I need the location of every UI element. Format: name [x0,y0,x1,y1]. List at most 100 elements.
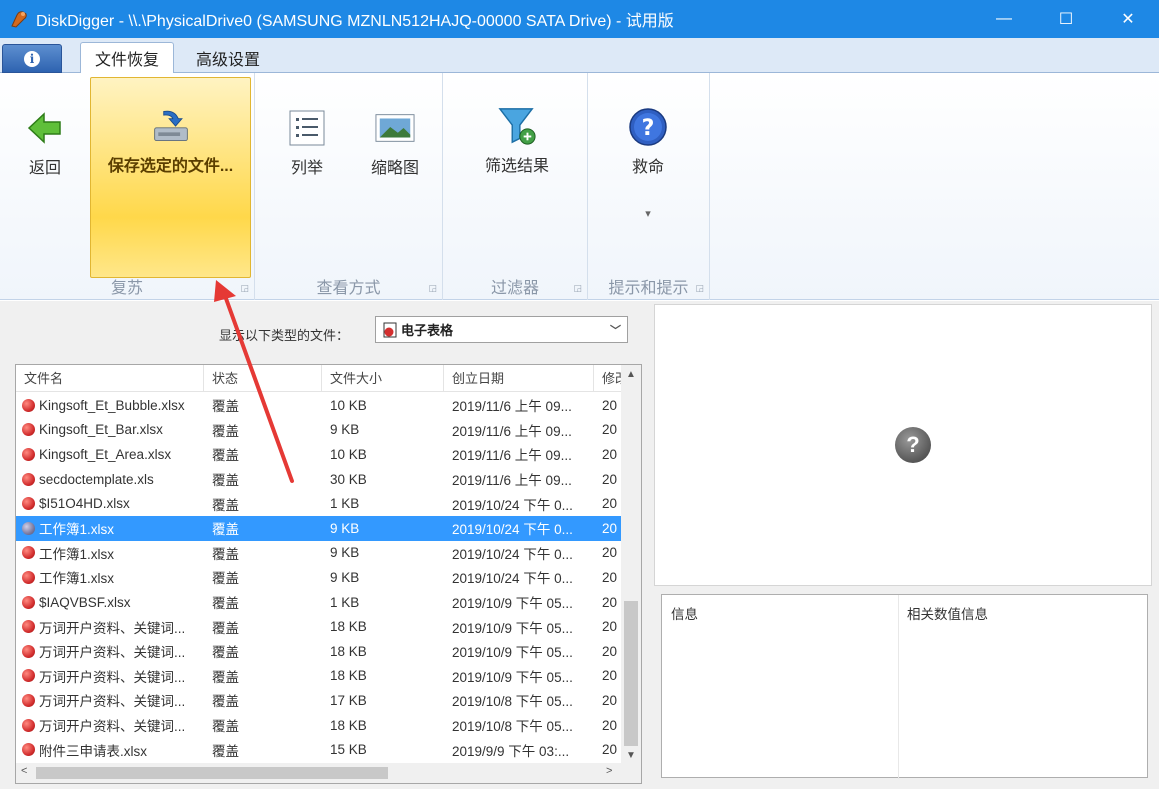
maximize-button[interactable]: ☐ [1035,0,1097,38]
file-row[interactable]: 万词开户资料、关键词... 覆盖 18 KB 2019/10/9 下午 05... 20 [16,614,621,639]
file-type-select[interactable]: 电子表格 ﹀ [375,316,628,343]
file-name: $IAQVBSF.xlsx [39,594,131,610]
file-row[interactable]: Kingsoft_Et_Area.xlsx 覆盖 10 KB 2019/11/6 上午… [16,442,621,467]
app-menu-button[interactable]: i [2,44,62,73]
scroll-left-icon[interactable]: < [21,765,27,777]
file-size: 18 KB [330,668,367,684]
file-modified: 20 [602,619,618,635]
list-rows: Kingsoft_Et_Bubble.xlsx 覆盖 10 KB 2019/11/6 … [16,393,621,762]
file-status: 覆盖 [212,399,239,415]
file-name-cell: Kingsoft_Et_Area.xlsx [16,447,204,462]
file-row[interactable]: Kingsoft_Et_Bar.xlsx 覆盖 9 KB 2019/11/6 上午 0… [16,418,621,443]
back-button[interactable]: 返回 [14,108,76,178]
file-created: 2019/11/6 上午 09... [452,448,572,464]
file-status-icon [22,423,35,437]
file-status-icon [22,644,35,658]
file-row[interactable]: 工作簿1.xlsx 覆盖 9 KB 2019/10/24 下午 0... 20 [16,565,621,590]
file-created: 2019/10/24 下午 0... [452,497,573,513]
file-name: 万词开户资料、关键词... [39,669,186,685]
group-label-recover: 复苏 [110,280,143,297]
file-row[interactable]: 万词开户资料、关键词... 覆盖 18 KB 2019/10/8 下午 05... 20 [16,713,621,738]
column-header-size[interactable]: 文件大小 [322,365,444,392]
file-modified: 20 [602,496,618,512]
file-row[interactable]: 工作簿1.xlsx 覆盖 9 KB 2019/10/24 下午 0... 20 [16,541,621,566]
file-name-cell: 工作簿1.xlsx [16,518,204,538]
file-status: 覆盖 [212,596,239,612]
tab-advanced-settings[interactable]: 高级设置 [182,42,274,73]
minimize-button[interactable]: — [973,0,1035,38]
file-status-icon [22,398,35,412]
help-button[interactable]: ? 救命 ▾ [616,107,680,220]
scroll-down-icon[interactable]: ▼ [621,750,641,761]
file-modified: 20 [602,446,618,462]
file-modified: 20 [602,569,618,585]
file-status-icon [22,669,35,683]
file-row[interactable]: 工作簿1.xlsx 覆盖 9 KB 2019/10/24 下午 0... 20 [16,515,621,541]
column-header-created[interactable]: 创立日期 [444,365,594,392]
file-modified: 20 [602,717,618,733]
list-icon [287,108,327,148]
list-view-button[interactable]: 列举 [275,108,339,178]
info-icon: i [24,50,40,67]
file-name: 附件三申请表.xlsx [39,743,147,759]
file-list[interactable]: 文件名 状态 文件大小 创立日期 修改 Kingsoft_Et_Bubble.x… [15,364,642,784]
column-header-modified[interactable]: 修改 [594,365,621,392]
file-row[interactable]: $I51O4HD.xlsx 覆盖 1 KB 2019/10/24 下午 0... 20 [16,491,621,516]
group-filter: 筛选结果 过滤器 ◲ [443,73,588,300]
info-column-header[interactable]: 信息 [671,603,698,623]
file-status: 覆盖 [212,448,239,464]
file-info-table: 信息 相关数值信息 [661,594,1148,779]
file-status: 覆盖 [212,743,239,759]
file-row[interactable]: 万词开户资料、关键词... 覆盖 18 KB 2019/10/9 下午 05... 20 [16,664,621,689]
file-size: 18 KB [330,643,367,659]
group-launcher-icon[interactable]: ◲ [695,283,704,294]
scroll-up-icon[interactable]: ▲ [621,369,641,380]
scrollbar-thumb[interactable] [624,601,638,746]
chevron-down-icon: ﹀ [610,325,621,337]
file-row[interactable]: $IAQVBSF.xlsx 覆盖 1 KB 2019/10/9 下午 05... 20 [16,590,621,615]
thumbnail-view-label: 缩略图 [370,160,419,177]
group-launcher-icon[interactable]: ◲ [240,283,249,294]
file-status: 覆盖 [212,669,239,685]
save-selected-files-button[interactable]: 保存选定的文件... [90,77,251,278]
close-button[interactable]: ✕ [1097,0,1159,38]
file-list-pane: 显示以下类型的文件： 电子表格 ﹀ 文件名 状态 文件大小 创立日期 修改 Ki… [0,301,648,789]
vertical-scrollbar[interactable]: ▲ ▼ [621,365,641,765]
file-name-cell: 万词开户资料、关键词... [16,641,204,661]
save-selected-files-label: 保存选定的文件... [107,158,234,175]
file-row[interactable]: 附件三申请表.xlsx 覆盖 15 KB 2019/9/9 下午 03:... 20 [16,737,621,762]
file-status: 覆盖 [212,719,239,735]
column-header-name[interactable]: 文件名 [16,365,204,392]
file-row[interactable]: secdoctemplate.xls 覆盖 30 KB 2019/11/6 上午 09… [16,467,621,492]
spreadsheet-icon [383,322,397,337]
ribbon: 返回 保存选定的文件... 复苏 ◲ 列举 缩略图 查看方式 ◲ 筛选结果 过滤… [0,73,1159,300]
file-created: 2019/10/9 下午 05... [452,645,573,661]
file-row[interactable]: Kingsoft_Et_Bubble.xlsx 覆盖 10 KB 2019/11/6 … [16,393,621,418]
file-name: 工作簿1.xlsx [39,571,115,587]
tab-file-recovery[interactable]: 文件恢复 [80,42,175,73]
file-created: 2019/10/9 下午 05... [452,596,573,612]
file-row[interactable]: 万词开户资料、关键词... 覆盖 18 KB 2019/10/9 下午 05... 20 [16,639,621,664]
file-created: 2019/11/6 上午 09... [452,423,572,439]
group-launcher-icon[interactable]: ◲ [573,283,582,294]
file-status-icon [22,743,35,757]
file-modified: 20 [602,742,618,758]
file-row[interactable]: 万词开户资料、关键词... 覆盖 17 KB 2019/10/8 下午 05... 20 [16,688,621,713]
scrollbar-thumb[interactable] [36,767,388,779]
file-name: Kingsoft_Et_Bubble.xlsx [39,397,185,413]
file-size: 17 KB [330,692,367,708]
value-column-header[interactable]: 相关数值信息 [907,603,988,623]
scroll-right-icon[interactable]: > [606,765,612,777]
file-status-icon [22,570,35,584]
app-icon [11,11,27,28]
thumbnail-icon [375,108,415,148]
thumbnail-view-button[interactable]: 缩略图 [359,108,431,178]
help-dropdown-icon[interactable]: ▾ [645,207,651,220]
group-launcher-icon[interactable]: ◲ [428,283,437,294]
file-name-cell: Kingsoft_Et_Bubble.xlsx [16,398,204,413]
horizontal-scrollbar[interactable]: < > [16,763,641,783]
filter-results-button[interactable]: 筛选结果 [475,106,559,176]
file-modified: 20 [602,471,618,487]
file-name-cell: 万词开户资料、关键词... [16,666,204,686]
column-header-status[interactable]: 状态 [204,365,322,392]
